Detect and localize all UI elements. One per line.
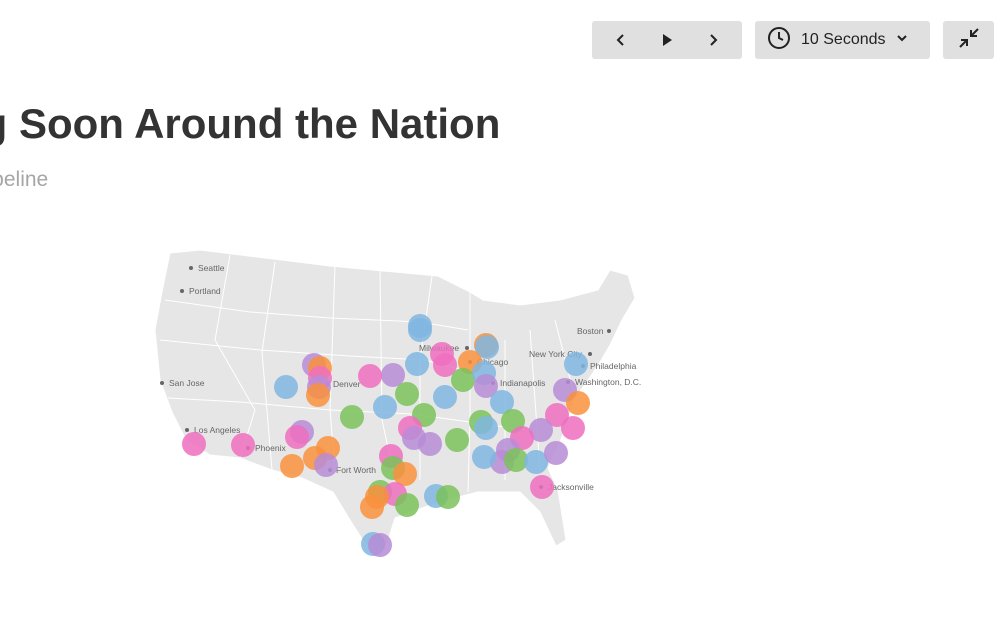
city-label: Portland — [189, 286, 221, 296]
project-marker[interactable] — [182, 432, 206, 456]
project-marker[interactable] — [530, 475, 554, 499]
project-marker[interactable] — [306, 383, 330, 407]
project-marker[interactable] — [358, 364, 382, 388]
project-marker[interactable] — [231, 433, 255, 457]
city-label: Indianapolis — [500, 378, 545, 388]
city-label: Washington, D.C. — [575, 377, 641, 387]
city-label: Denver — [333, 379, 361, 389]
city-label: Jacksonville — [548, 482, 594, 492]
city-dot — [465, 346, 469, 350]
city-label: Boston — [577, 326, 604, 336]
city-label: Seattle — [198, 263, 225, 273]
project-marker[interactable] — [566, 391, 590, 415]
project-marker[interactable] — [408, 318, 432, 342]
project-marker[interactable] — [436, 485, 460, 509]
project-marker[interactable] — [285, 425, 309, 449]
project-marker[interactable] — [395, 382, 419, 406]
project-marker[interactable] — [274, 375, 298, 399]
city-dot — [189, 266, 193, 270]
project-marker[interactable] — [418, 432, 442, 456]
project-marker[interactable] — [373, 395, 397, 419]
project-marker[interactable] — [340, 405, 364, 429]
city-dot — [607, 329, 611, 333]
city-dot — [588, 352, 592, 356]
city-label: Phoenix — [255, 443, 286, 453]
project-marker[interactable] — [564, 352, 588, 376]
project-marker[interactable] — [395, 493, 419, 517]
project-marker[interactable] — [472, 445, 496, 469]
project-marker[interactable] — [368, 533, 392, 557]
project-marker[interactable] — [544, 441, 568, 465]
city-dot — [160, 381, 164, 385]
city-dot — [180, 289, 184, 293]
project-marker[interactable] — [365, 485, 389, 509]
project-marker[interactable] — [561, 416, 585, 440]
project-marker[interactable] — [405, 352, 429, 376]
city-label: San Jose — [169, 378, 205, 388]
project-marker[interactable] — [314, 453, 338, 477]
city-label: Fort Worth — [336, 465, 376, 475]
project-marker[interactable] — [451, 368, 475, 392]
city-label: Los Angeles — [194, 425, 240, 435]
us-map: Seattle Portland San Jose Los Angeles Phoeni… — [154, 249, 641, 557]
city-dot — [185, 428, 189, 432]
project-marker[interactable] — [474, 416, 498, 440]
project-marker[interactable] — [433, 385, 457, 409]
project-marker[interactable] — [445, 428, 469, 452]
city-label: Philadelphia — [590, 361, 637, 371]
project-marker[interactable] — [280, 454, 304, 478]
